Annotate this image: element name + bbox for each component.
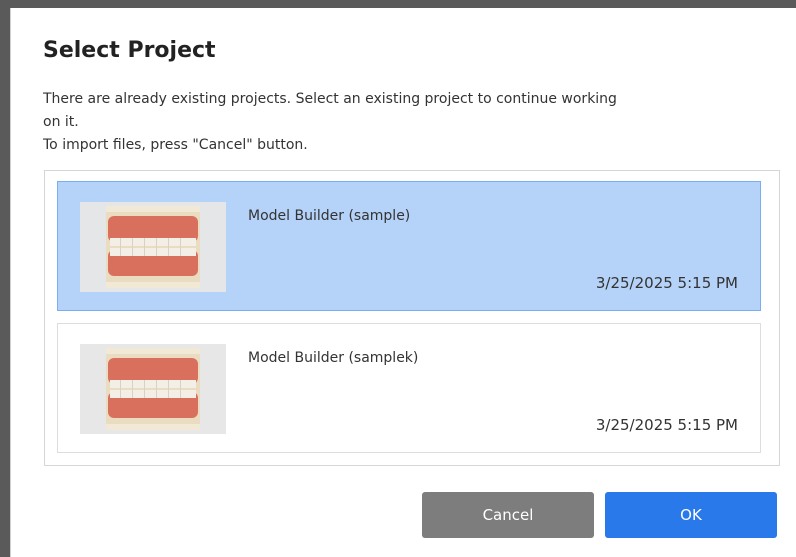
project-name: Model Builder (samplek) (248, 350, 419, 366)
project-date: 3/25/2025 5:15 PM (595, 274, 738, 292)
description-line: To import files, press "Cancel" button. (43, 137, 308, 153)
description-line: on it. (43, 114, 79, 130)
select-project-dialog: Select Project There are already existin… (10, 8, 796, 557)
project-item[interactable]: Model Builder (samplek) 3/25/2025 5:15 P… (57, 323, 761, 453)
project-item[interactable]: Model Builder (sample) 3/25/2025 5:15 PM (57, 181, 761, 311)
cancel-button[interactable]: Cancel (422, 492, 594, 538)
description-line: There are already existing projects. Sel… (43, 91, 617, 107)
dialog-title: Select Project (43, 38, 216, 63)
project-list: Model Builder (sample) 3/25/2025 5:15 PM (44, 170, 780, 466)
dental-model-thumbnail (80, 344, 226, 434)
ok-button[interactable]: OK (605, 492, 777, 538)
dental-model-thumbnail (80, 202, 226, 292)
project-date: 3/25/2025 5:15 PM (595, 416, 738, 434)
dialog-description: There are already existing projects. Sel… (43, 88, 763, 157)
project-name: Model Builder (sample) (248, 208, 411, 224)
